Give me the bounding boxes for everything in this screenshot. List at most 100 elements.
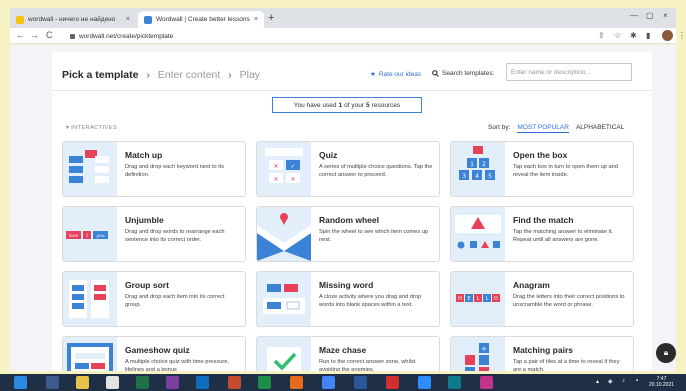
browser-tab-2[interactable]: Wordwall | Create better lessons × — [138, 11, 264, 28]
template-description: A multiple choice quiz with time pressur… — [125, 359, 229, 371]
template-title: Gameshow quiz — [125, 345, 190, 355]
taskbar-clock[interactable]: 7:47 20.10.2021 — [649, 376, 674, 388]
browser-tab-1[interactable]: wordwall - ничего не найдено × — [10, 11, 136, 28]
rate-ideas-link[interactable]: ★ Rate our ideas — [370, 70, 421, 79]
svg-text:✕: ✕ — [290, 176, 295, 183]
sort-most-popular[interactable]: MOST POPULAR — [517, 124, 569, 133]
taskbar: ▴ ◈ ♪ ▪ 7:47 20.10.2021 — [0, 374, 686, 391]
svg-text:3: 3 — [462, 173, 466, 180]
lock-icon — [70, 33, 75, 39]
svg-text:you: you — [96, 234, 104, 239]
template-open-the-box[interactable]: 1 2 3 4 5 Open the box Tap each box in t… — [450, 141, 634, 197]
quiz-thumbnail: ✕ ✓ ✕ ✕ — [257, 142, 311, 196]
close-window-button[interactable]: × — [663, 11, 668, 20]
close-icon[interactable]: × — [254, 16, 258, 23]
star-icon: ★ — [370, 71, 376, 78]
template-title: Anagram — [513, 280, 550, 290]
chrome-icon[interactable] — [322, 376, 335, 389]
file-explorer-icon[interactable] — [76, 376, 89, 389]
matching-pairs-thumbnail: + — [451, 337, 505, 371]
zoom-icon[interactable] — [418, 376, 431, 389]
volume-icon[interactable]: ♪ — [622, 378, 625, 384]
excel-icon[interactable] — [136, 376, 149, 389]
svg-text:✓: ✓ — [290, 163, 295, 170]
app-icon[interactable] — [106, 376, 119, 389]
opera-icon[interactable] — [386, 376, 399, 389]
svg-text:L: L — [486, 296, 489, 302]
forward-button[interactable]: → — [30, 30, 39, 40]
template-find-the-match[interactable]: Find the match Tap the matching answer t… — [450, 206, 634, 262]
svg-text:E: E — [467, 296, 470, 302]
template-title: Match up — [125, 150, 163, 160]
star-icon[interactable]: ☆ — [614, 31, 621, 40]
minimize-button[interactable]: — — [630, 11, 638, 20]
browser-tabstrip: wordwall - ничего не найдено × Wordwall … — [10, 8, 676, 28]
task-view-icon[interactable] — [46, 376, 59, 389]
windows-start-icon[interactable] — [14, 376, 27, 389]
template-matching-pairs[interactable]: + Matching pairs Tap a pair of tiles at … — [450, 336, 634, 371]
svg-text:love: love — [69, 233, 79, 239]
new-tab-button[interactable]: + — [268, 12, 274, 24]
svg-text:✕: ✕ — [273, 176, 278, 183]
back-button[interactable]: ← — [16, 30, 25, 40]
share-icon[interactable]: ⇪ — [598, 31, 605, 40]
template-description: Spin the wheel to see which item comes u… — [319, 229, 429, 243]
reading-list-icon[interactable]: ▮ — [646, 31, 650, 40]
sort-alphabetical[interactable]: ALPHABETICAL — [576, 124, 624, 133]
template-description: A cloze activity where you drag and drop… — [319, 294, 422, 308]
template-random-wheel[interactable]: Random wheel Spin the wheel to see which… — [256, 206, 440, 262]
browser-toolbar: ← → C wordwall.net/create/picktemplate ⇪… — [10, 28, 686, 44]
template-group-sort[interactable]: Group sort Drag and drop each item into … — [62, 271, 246, 327]
template-title: Maze chase — [319, 345, 367, 355]
word-icon[interactable] — [354, 376, 367, 389]
svg-text:2: 2 — [482, 161, 486, 168]
step-enter-content: Enter content — [157, 69, 221, 81]
powerpoint-icon[interactable] — [228, 376, 241, 389]
app-icon[interactable] — [480, 376, 493, 389]
edge-icon[interactable] — [448, 376, 461, 389]
template-maze-chase[interactable]: Maze chase Run to the correct answer zon… — [256, 336, 440, 371]
random-wheel-thumbnail — [257, 207, 311, 261]
template-anagram[interactable]: H E L L O Anagram Drag the letters into … — [450, 271, 634, 327]
publisher-icon[interactable] — [258, 376, 271, 389]
svg-text:5: 5 — [488, 173, 492, 180]
section-label[interactable]: ▾ INTERACTIVES — [66, 125, 117, 131]
outlook-icon[interactable] — [196, 376, 209, 389]
chevron-right-icon: › — [228, 69, 232, 81]
template-match-up[interactable]: Match up Drag and drop each keyword next… — [62, 141, 246, 197]
template-title: Find the match — [513, 215, 574, 225]
menu-icon[interactable]: ⋮ — [678, 31, 686, 40]
search-input[interactable]: Enter name or description... — [506, 63, 632, 81]
svg-text:✕: ✕ — [273, 163, 278, 170]
chevron-right-icon: › — [146, 69, 150, 81]
language-icon[interactable]: ▪ — [636, 378, 638, 384]
maximize-button[interactable]: ▢ — [646, 11, 654, 20]
reload-button[interactable]: C — [46, 30, 53, 40]
svg-text:L: L — [477, 296, 480, 302]
network-icon[interactable]: ◈ — [608, 378, 613, 385]
resources-notice: You have used 1 of your 5 resources — [272, 97, 422, 113]
step-pick-template: Pick a template — [62, 69, 139, 81]
template-title: Group sort — [125, 280, 169, 290]
search-label: Search templates: — [432, 70, 494, 77]
extensions-icon[interactable]: ✱ — [630, 31, 637, 40]
breadcrumb: Pick a template › Enter content › Play — [62, 69, 260, 81]
lock-icon[interactable]: 🔒︎ — [656, 343, 676, 363]
open-the-box-thumbnail: 1 2 3 4 5 — [451, 142, 505, 196]
close-icon[interactable]: × — [126, 16, 130, 23]
template-unjumble[interactable]: love I you Unjumble Drag and drop words … — [62, 206, 246, 262]
template-description: Drag and drop words to rearrange each se… — [125, 229, 225, 243]
profile-avatar[interactable] — [662, 30, 673, 41]
template-quiz[interactable]: ✕ ✓ ✕ ✕ Quiz A series of multiple choice… — [256, 141, 440, 197]
onenote-icon[interactable] — [166, 376, 179, 389]
template-title: Random wheel — [319, 215, 379, 225]
template-title: Open the box — [513, 150, 568, 160]
sort-controls: Sort by: MOST POPULAR ALPHABETICAL — [488, 124, 624, 133]
tab-title: Wordwall | Create better lessons — [156, 16, 250, 23]
template-gameshow-quiz[interactable]: Gameshow quiz A multiple choice quiz wit… — [62, 336, 246, 371]
match-up-thumbnail — [63, 142, 117, 196]
tray-chevron-icon[interactable]: ▴ — [596, 378, 599, 385]
address-bar[interactable]: wordwall.net/create/picktemplate — [70, 30, 500, 42]
template-missing-word[interactable]: Missing word A cloze activity where you … — [256, 271, 440, 327]
firefox-icon[interactable] — [290, 376, 303, 389]
